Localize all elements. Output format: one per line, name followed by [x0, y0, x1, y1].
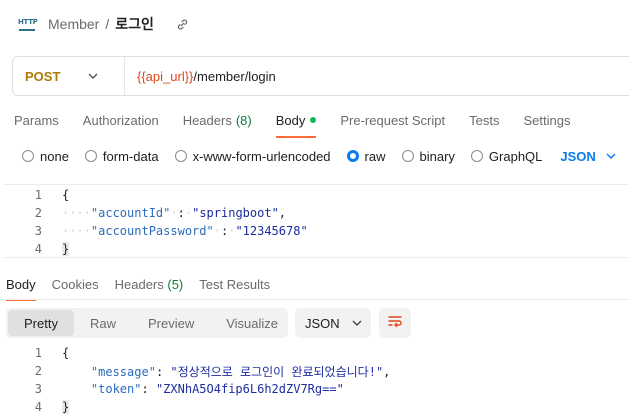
tab-body[interactable]: Body — [275, 113, 317, 138]
response-tab-cookies[interactable]: Cookies — [52, 277, 99, 292]
view-preview[interactable]: Preview — [132, 310, 210, 336]
radio-button-selected[interactable] — [346, 150, 359, 162]
headers-count: (8) — [235, 112, 252, 128]
radio-none[interactable]: none — [22, 149, 69, 164]
radio-button[interactable] — [174, 150, 187, 162]
method-select[interactable]: POST — [13, 57, 125, 95]
request-name[interactable]: 로그인 — [115, 14, 154, 34]
raw-format-select[interactable]: JSON — [560, 149, 616, 164]
radio-button[interactable] — [22, 150, 34, 162]
body-type-selector: none form-data x-www-form-urlencoded raw… — [22, 146, 616, 166]
url-variable: {{api_url}} — [137, 68, 194, 84]
response-view-modes: Pretty Raw Preview Visualize — [6, 308, 288, 338]
code-line: 1 { — [34, 188, 70, 202]
chevron-down-icon — [88, 73, 98, 79]
breadcrumb: HTTP Member / 로그인 — [18, 12, 189, 36]
code-line: 2 "message": "정상적으로 로그인이 완료되었습니다!", — [34, 364, 391, 379]
link-icon[interactable] — [176, 18, 189, 31]
chevron-down-icon — [606, 153, 616, 159]
radio-button[interactable] — [84, 150, 97, 162]
tab-settings[interactable]: Settings — [523, 113, 570, 128]
wrap-lines-button[interactable] — [379, 308, 411, 338]
tab-headers[interactable]: Headers (8) — [183, 113, 252, 128]
view-pretty[interactable]: Pretty — [8, 310, 74, 336]
tab-authorization[interactable]: Authorization — [83, 113, 159, 128]
breadcrumb-separator: / — [105, 16, 110, 32]
url-bar: POST {{api_url}}/member/login — [12, 56, 629, 96]
breadcrumb-parent[interactable]: Member — [48, 16, 99, 32]
radio-button[interactable] — [470, 150, 483, 162]
radio-button[interactable] — [401, 150, 414, 162]
response-tab-body[interactable]: Body — [6, 277, 36, 301]
view-visualize[interactable]: Visualize — [210, 310, 294, 336]
code-line: 2 ····"accountId"·:·"springboot", — [34, 206, 287, 220]
radio-x-www-form-urlencoded[interactable]: x-www-form-urlencoded — [174, 149, 331, 164]
response-tab-headers[interactable]: Headers (5) — [115, 277, 184, 292]
http-icon: HTTP — [18, 16, 38, 32]
wrap-lines-icon — [387, 315, 403, 332]
view-raw[interactable]: Raw — [74, 310, 132, 336]
request-tabs: Params Authorization Headers (8) Body Pre… — [14, 108, 594, 138]
response-tabs: Body Cookies Headers (5) Test Results — [6, 276, 286, 301]
radio-raw[interactable]: raw — [346, 149, 386, 164]
response-body-viewer[interactable]: 1 { 2 "message": "정상적으로 로그인이 완료되었습니다!", … — [4, 344, 629, 416]
tab-tests[interactable]: Tests — [469, 113, 499, 128]
tab-pre-request-script[interactable]: Pre-request Script — [340, 113, 445, 128]
code-line: 4 } — [34, 400, 70, 414]
request-body-editor[interactable]: 1 { 2 ····"accountId"·:·"springboot", 3 … — [4, 184, 629, 258]
chevron-down-icon — [352, 320, 362, 326]
body-indicator-dot — [310, 117, 317, 123]
method-label: POST — [25, 68, 61, 84]
url-path: /member/login — [193, 68, 276, 84]
response-tab-test-results[interactable]: Test Results — [199, 277, 270, 292]
radio-graphql[interactable]: GraphQL — [470, 149, 542, 164]
divider — [0, 299, 629, 300]
code-line: 1 { — [34, 346, 70, 360]
url-input[interactable]: {{api_url}}/member/login — [125, 69, 276, 84]
code-line: 4 } — [34, 242, 70, 256]
code-line: 3 ····"accountPassword"·:·"12345678" — [34, 224, 308, 238]
code-line: 3 "token": "ZXNhA5O4fip6L6h2dZV7Rg==" — [34, 382, 344, 396]
tab-params[interactable]: Params — [14, 113, 59, 128]
radio-form-data[interactable]: form-data — [84, 149, 159, 164]
response-format-select[interactable]: JSON — [295, 308, 371, 338]
radio-binary[interactable]: binary — [401, 149, 455, 164]
